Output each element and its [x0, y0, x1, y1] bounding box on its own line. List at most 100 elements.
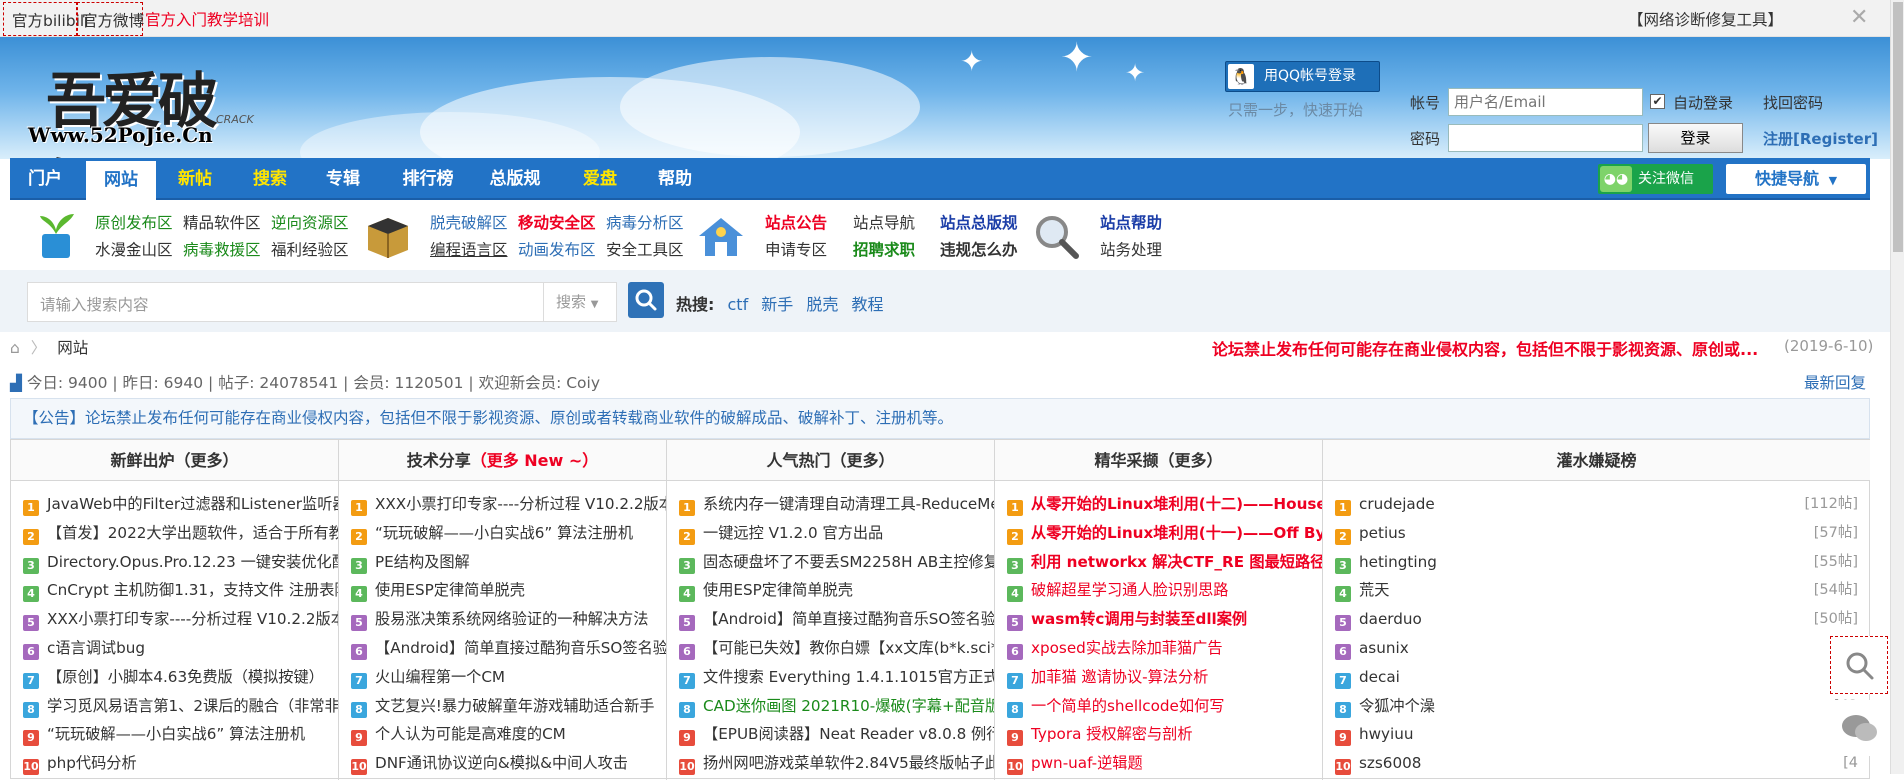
link-water[interactable]: 水漫金山区: [95, 238, 173, 260]
list-item[interactable]: 9 个人认为可能是高难度的CM: [339, 720, 666, 749]
floating-search-button[interactable]: [1830, 636, 1888, 694]
list-item-title[interactable]: 股易涨决策系统网络验证的一种解决方法: [375, 610, 648, 628]
list-item[interactable]: 1 系统内存一键清理自动清理工具-ReduceMemory-: [667, 490, 994, 519]
list-item-title[interactable]: “玩玩破解——小白实战6” 算法注册机: [375, 524, 633, 542]
link-site-help[interactable]: 站点帮助: [1100, 211, 1162, 233]
list-item[interactable]: 1 XXX小票打印专家----分析过程 V10.2.2版本: [339, 490, 666, 519]
list-item-title[interactable]: wasm转c调用与封装至dll案例: [1031, 610, 1247, 628]
nav-site[interactable]: 网站: [86, 158, 156, 200]
follow-wechat-button[interactable]: ◕◕ 关注微信: [1598, 164, 1713, 194]
list-item-title[interactable]: 使用ESP定律简单脱壳: [375, 581, 525, 599]
list-item-title[interactable]: 【EPUB阅读器】Neat Reader v8.0.8 例行更新 去: [703, 725, 994, 743]
list-item-title[interactable]: JavaWeb中的Filter过滤器和Listener监听器: [47, 495, 338, 513]
link-original[interactable]: 原创发布区: [95, 211, 173, 233]
list-item-title[interactable]: petius: [1359, 524, 1406, 542]
list-item[interactable]: 2 一键远控 V1.2.0 官方出品: [667, 519, 994, 548]
list-item[interactable]: 3 hetingting [55帖]: [1323, 548, 1870, 577]
list-item[interactable]: 5 daerduo [50帖]: [1323, 605, 1870, 634]
list-item[interactable]: 7 【原创】小脚本4.63免费版（模拟按键）: [11, 663, 338, 692]
list-item-title[interactable]: hwyiuu: [1359, 725, 1414, 743]
home-icon[interactable]: ⌂: [10, 339, 20, 357]
list-item-title[interactable]: szs6008: [1359, 754, 1421, 772]
bilibili-link[interactable]: 官方bilibili: [3, 2, 89, 36]
col-more-link[interactable]: （更多 New ~）: [471, 451, 599, 470]
list-item-title[interactable]: 文件搜索 Everything 1.4.1.1015官方正式版&单文: [703, 668, 994, 686]
list-item[interactable]: 6 【可能已失效】教你白嫖【xx文库(b*k.sci*read*.c: [667, 634, 994, 663]
list-item[interactable]: 7decai[4: [1323, 663, 1870, 692]
list-item-title[interactable]: decai: [1359, 668, 1400, 686]
list-item[interactable]: 4 使用ESP定律简单脱壳: [339, 576, 666, 605]
list-item-title[interactable]: 一个简单的shellcode如何写: [1031, 697, 1224, 715]
list-item-title[interactable]: XXX小票打印专家----分析过程 V10.2.2版本: [375, 495, 666, 513]
link-welfare[interactable]: 福利经验区: [271, 238, 349, 260]
list-item-title[interactable]: pwn-uaf-逆辑题: [1031, 754, 1143, 772]
list-item-title[interactable]: 【可能已失效】教你白嫖【xx文库(b*k.sci*read*.c: [703, 639, 994, 657]
list-item-title[interactable]: XXX小票打印专家----分析过程 V10.2.2版本: [47, 610, 338, 628]
list-item[interactable]: 9 【EPUB阅读器】Neat Reader v8.0.8 例行更新 去: [667, 720, 994, 749]
login-button[interactable]: 登录: [1648, 123, 1743, 153]
list-item-title[interactable]: daerduo: [1359, 610, 1422, 628]
list-item[interactable]: 6asunix[4: [1323, 634, 1870, 663]
link-apply[interactable]: 申请专区: [765, 238, 827, 260]
list-item[interactable]: 1 crudejade [112帖]: [1323, 490, 1870, 519]
nav-portal[interactable]: 门户: [10, 158, 80, 200]
nav-aipan[interactable]: 爱盘: [565, 158, 635, 200]
list-item[interactable]: 5 wasm转c调用与封装至dll案例: [995, 605, 1322, 634]
list-item[interactable]: 6 xposed实战去除加菲猫广告: [995, 634, 1322, 663]
hot-search-item[interactable]: 新手: [761, 295, 793, 314]
link-reverse[interactable]: 逆向资源区: [271, 211, 349, 233]
list-item[interactable]: 6 c语言调试bug: [11, 634, 338, 663]
floating-chat-button[interactable]: [1832, 700, 1888, 756]
list-item[interactable]: 1 从零开始的Linux堆利用(十二)——House of Rab: [995, 490, 1322, 519]
quick-nav-dropdown[interactable]: 快捷导航 ▼: [1726, 164, 1866, 194]
link-announcements[interactable]: 站点公告: [765, 211, 827, 233]
list-item-title[interactable]: php代码分析: [47, 754, 137, 772]
list-item-title[interactable]: asunix: [1359, 639, 1409, 657]
list-item-title[interactable]: 利用 networkx 解决CTF_RE 图最短路径问题: [1031, 553, 1322, 571]
list-item[interactable]: 9hwyiuu[41: [1323, 720, 1870, 749]
list-item-title[interactable]: 【首发】2022大学出题软件，适合于所有教育行: [47, 524, 338, 542]
breadcrumb-site[interactable]: 网站: [57, 339, 88, 357]
password-input[interactable]: [1448, 124, 1643, 152]
list-item[interactable]: 8 学习觅风易语言第1、2课后的融合（非常非常简: [11, 692, 338, 721]
list-item[interactable]: 8 一个简单的shellcode如何写: [995, 692, 1322, 721]
list-item[interactable]: 2 petius [57帖]: [1323, 519, 1870, 548]
list-item[interactable]: 9 “玩玩破解——小白实战6” 算法注册机: [11, 720, 338, 749]
link-software[interactable]: 精品软件区: [183, 211, 261, 233]
list-item[interactable]: 5 【Android】简单直接过酷狗音乐SO签名验证: [667, 605, 994, 634]
list-item[interactable]: 4 荒天 [54帖]: [1323, 576, 1870, 605]
list-item[interactable]: 8 文艺复兴!暴力破解童年游戏辅助适合新手: [339, 692, 666, 721]
notice-link[interactable]: 论坛禁止发布任何可能存在商业侵权内容，包括但不限于影视资源、原创或...: [1212, 336, 1758, 360]
announcement-bar[interactable]: 【公告】论坛禁止发布任何可能存在商业侵权内容，包括但不限于影视资源、原创或者转载…: [10, 398, 1870, 439]
nav-search[interactable]: 搜索: [235, 158, 305, 200]
list-item-title[interactable]: CAD迷你画图 2021R10-爆破(字幕+配音版): [703, 697, 994, 715]
list-item-title[interactable]: 固态硬盘坏了不要丢SM2258H AB主控修复软件: [703, 553, 994, 571]
nav-help[interactable]: 帮助: [640, 158, 710, 200]
search-input[interactable]: 请输入搜索内容 搜索 ▼: [27, 282, 617, 322]
list-item-title[interactable]: Directory.Opus.Pro.12.23 一键安装优化配置版: [47, 553, 338, 571]
nav-rules[interactable]: 总版规: [475, 158, 555, 200]
list-item-title[interactable]: c语言调试bug: [47, 639, 145, 657]
list-item-title[interactable]: 荒天: [1359, 581, 1389, 599]
link-site-rules[interactable]: 站点总版规: [940, 211, 1018, 233]
list-item-title[interactable]: 破解超星学习通人脸识别思路: [1031, 581, 1228, 599]
register-link[interactable]: 注册[Register]: [1763, 128, 1878, 149]
link-site-affairs[interactable]: 站务处理: [1100, 238, 1162, 260]
hot-search-item[interactable]: 教程: [852, 295, 884, 314]
site-logo[interactable]: 吾爱破解 Www.52PoJie.Cn CRACK: [18, 53, 254, 159]
link-animation[interactable]: 动画发布区: [518, 238, 596, 260]
link-security-tools[interactable]: 安全工具区: [606, 238, 684, 260]
link-virus-analysis[interactable]: 病毒分析区: [606, 211, 684, 233]
list-item-title[interactable]: 【Android】简单直接过酷狗音乐SO签名验证: [703, 610, 994, 628]
list-item-title[interactable]: “玩玩破解——小白实战6” 算法注册机: [47, 725, 305, 743]
list-item[interactable]: 9 Typora 授权解密与剖析: [995, 720, 1322, 749]
nav-ranking[interactable]: 排行榜: [388, 158, 468, 200]
list-item-title[interactable]: DNF通讯协议逆向&模拟&中间人攻击: [375, 754, 628, 772]
network-diag-link[interactable]: 【网络诊断修复工具】: [1628, 8, 1783, 30]
list-item-title[interactable]: 系统内存一键清理自动清理工具-ReduceMemory-: [703, 495, 994, 513]
list-item[interactable]: 3 利用 networkx 解决CTF_RE 图最短路径问题: [995, 548, 1322, 577]
account-input[interactable]: [1448, 88, 1643, 116]
list-item-title[interactable]: crudejade: [1359, 495, 1435, 513]
list-item-title[interactable]: 令狐冲个澡: [1359, 697, 1435, 715]
list-item[interactable]: 3 PE结构及图解: [339, 548, 666, 577]
